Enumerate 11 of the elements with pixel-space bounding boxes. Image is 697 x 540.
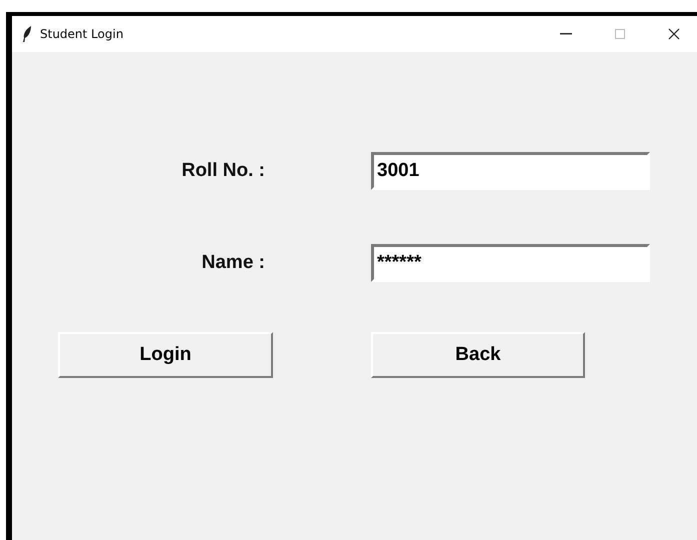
feather-icon [22,26,32,42]
minimize-icon [560,33,572,35]
field-label: Name : [200,252,265,274]
login-button[interactable]: Login [58,332,273,378]
input-field[interactable]: 3001 [371,152,650,190]
window-title: Student Login [40,27,124,41]
maximize-icon [615,29,625,39]
input-field[interactable]: ****** [371,244,650,282]
back-button[interactable]: Back [371,332,585,378]
close-icon [668,28,680,40]
field-label: Roll No. : [180,160,265,182]
